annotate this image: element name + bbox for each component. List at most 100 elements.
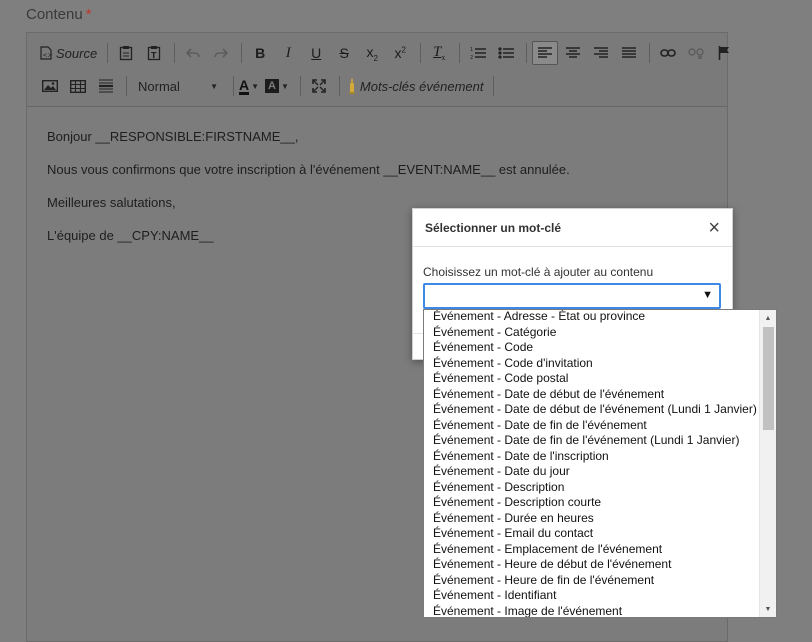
dropdown-option[interactable]: Événement - Date de fin de l'événement [424,418,761,434]
toolbar-separator [126,76,127,96]
superscript-icon: x2 [394,45,406,61]
image-icon [42,80,58,92]
scrollbar-thumb[interactable] [763,327,774,430]
dropdown-option[interactable]: Événement - Date de fin de l'événement (… [424,433,761,449]
paste-icon [119,45,133,61]
remove-format-button[interactable]: Tx [426,41,452,65]
dropdown-option[interactable]: Événement - Date de début de l'événement [424,387,761,403]
dropdown-option[interactable]: Événement - Image de l'événement [424,604,761,618]
subscript-icon: x2 [366,43,378,63]
dropdown-option[interactable]: Événement - Description [424,480,761,496]
subscript-button[interactable]: x2 [359,41,385,65]
unlink-button[interactable] [683,41,709,65]
chevron-down-icon: ▼ [281,81,289,91]
dropdown-option[interactable]: Événement - Description courte [424,495,761,511]
paste-text-icon: T [147,45,161,61]
dropdown-option[interactable]: Événement - Heure de fin de l'événement [424,573,761,589]
dialog-header: Sélectionner un mot-clé × [413,209,732,247]
keywords-button[interactable]: Mots-clés événement [345,74,487,98]
paste-text-button[interactable]: T [141,41,167,65]
keyword-select[interactable]: ▼ [423,283,721,309]
dropdown-option[interactable]: Événement - Date du jour [424,464,761,480]
dropdown-option[interactable]: Événement - Emplacement de l'événement [424,542,761,558]
background-color-icon: A [265,79,279,93]
dropdown-option[interactable]: Événement - Date de l'inscription [424,449,761,465]
dropdown-option[interactable]: Événement - Identifiant [424,588,761,604]
align-left-button[interactable] [532,41,559,65]
toolbar-separator [174,43,176,63]
link-button[interactable] [655,41,681,65]
dropdown-option[interactable]: Événement - Catégorie [424,325,761,341]
align-center-button[interactable] [560,41,586,65]
anchor-button[interactable] [711,41,737,65]
align-right-icon [594,47,609,59]
scroll-down-icon[interactable]: ▼ [760,601,776,617]
numbered-list-button[interactable]: 12 [465,41,491,65]
format-select-value: Normal [138,78,180,94]
bold-button[interactable]: B [247,41,273,65]
undo-button[interactable] [180,41,206,65]
bulleted-list-icon [498,46,515,60]
dropdown-option[interactable]: Événement - Code [424,340,761,356]
dropdown-option[interactable]: Événement - Email du contact [424,526,761,542]
bulleted-list-button[interactable] [493,41,519,65]
source-button[interactable]: <> Source [37,41,100,65]
table-button[interactable] [65,74,91,98]
dropdown-scrollbar[interactable]: ▲ ▼ [759,310,776,617]
undo-icon [186,47,201,59]
chevron-down-icon: ▼ [702,289,713,301]
strikethrough-button[interactable]: S [331,41,357,65]
table-icon [70,79,86,93]
chevron-down-icon: ▼ [251,81,260,91]
close-icon[interactable]: × [708,218,720,238]
keywords-label: Mots-clés événement [359,78,484,94]
underline-icon: U [311,45,322,61]
field-label-text: Contenu [26,6,83,23]
dialog-title: Sélectionner un mot-clé [425,221,562,235]
background-color-button[interactable]: A ▼ [265,79,289,93]
toolbar-row-1: <> Source T B I U S x2 x2 Tx 1 2 [37,40,739,66]
dropdown-option[interactable]: Événement - Code postal [424,371,761,387]
dropdown-option[interactable]: Événement - Durée en heures [424,511,761,527]
italic-button[interactable]: I [275,41,301,65]
align-justify-button[interactable] [616,41,642,65]
align-left-icon [538,47,553,59]
content-paragraph: Bonjour __RESPONSIBLE:FIRSTNAME__, [47,129,299,144]
align-justify-icon [622,47,637,59]
svg-text:T: T [151,51,157,60]
toolbar-separator [338,76,340,96]
toolbar-separator [241,43,243,63]
svg-text:<>: <> [43,52,53,59]
align-right-button[interactable] [588,41,614,65]
candle-icon [348,78,356,94]
svg-text:1: 1 [470,47,473,53]
underline-button[interactable]: U [303,41,329,65]
horizontal-rule-button[interactable] [93,74,119,98]
bold-icon: B [255,45,266,61]
redo-button[interactable] [208,41,234,65]
toolbar-separator [107,43,109,63]
superscript-button[interactable]: x2 [387,41,413,65]
image-button[interactable] [37,74,63,98]
maximize-button[interactable] [306,74,332,98]
content-paragraph: Nous vous confirmons que votre inscripti… [47,162,570,177]
dropdown-option[interactable]: Événement - Code d'invitation [424,356,761,372]
dropdown-option[interactable]: Événement - Date de début de l'événement… [424,402,761,418]
toolbar-separator [493,76,495,96]
required-mark: * [85,6,92,23]
toolbar-separator [526,43,528,63]
remove-format-icon: Tx [433,44,446,62]
toolbar-separator [420,43,422,63]
paste-button[interactable] [113,41,139,65]
dropdown-option[interactable]: Événement - Heure de début de l'événemen… [424,557,761,573]
dropdown-options: Événement - Adresse - État ou province É… [424,310,761,617]
align-center-icon [566,47,581,59]
text-color-button[interactable]: A ▼ [239,78,259,95]
scroll-up-icon[interactable]: ▲ [760,310,776,326]
toolbar-row-2: Normal ▼ A ▼ A ▼ Mots-clés événement [37,73,499,99]
toolbar-separator [459,43,461,63]
toolbar-separator [233,76,234,96]
flag-icon [718,46,730,60]
format-select[interactable]: Normal ▼ [132,74,224,98]
dropdown-option[interactable]: Événement - Adresse - État ou province [424,310,761,325]
